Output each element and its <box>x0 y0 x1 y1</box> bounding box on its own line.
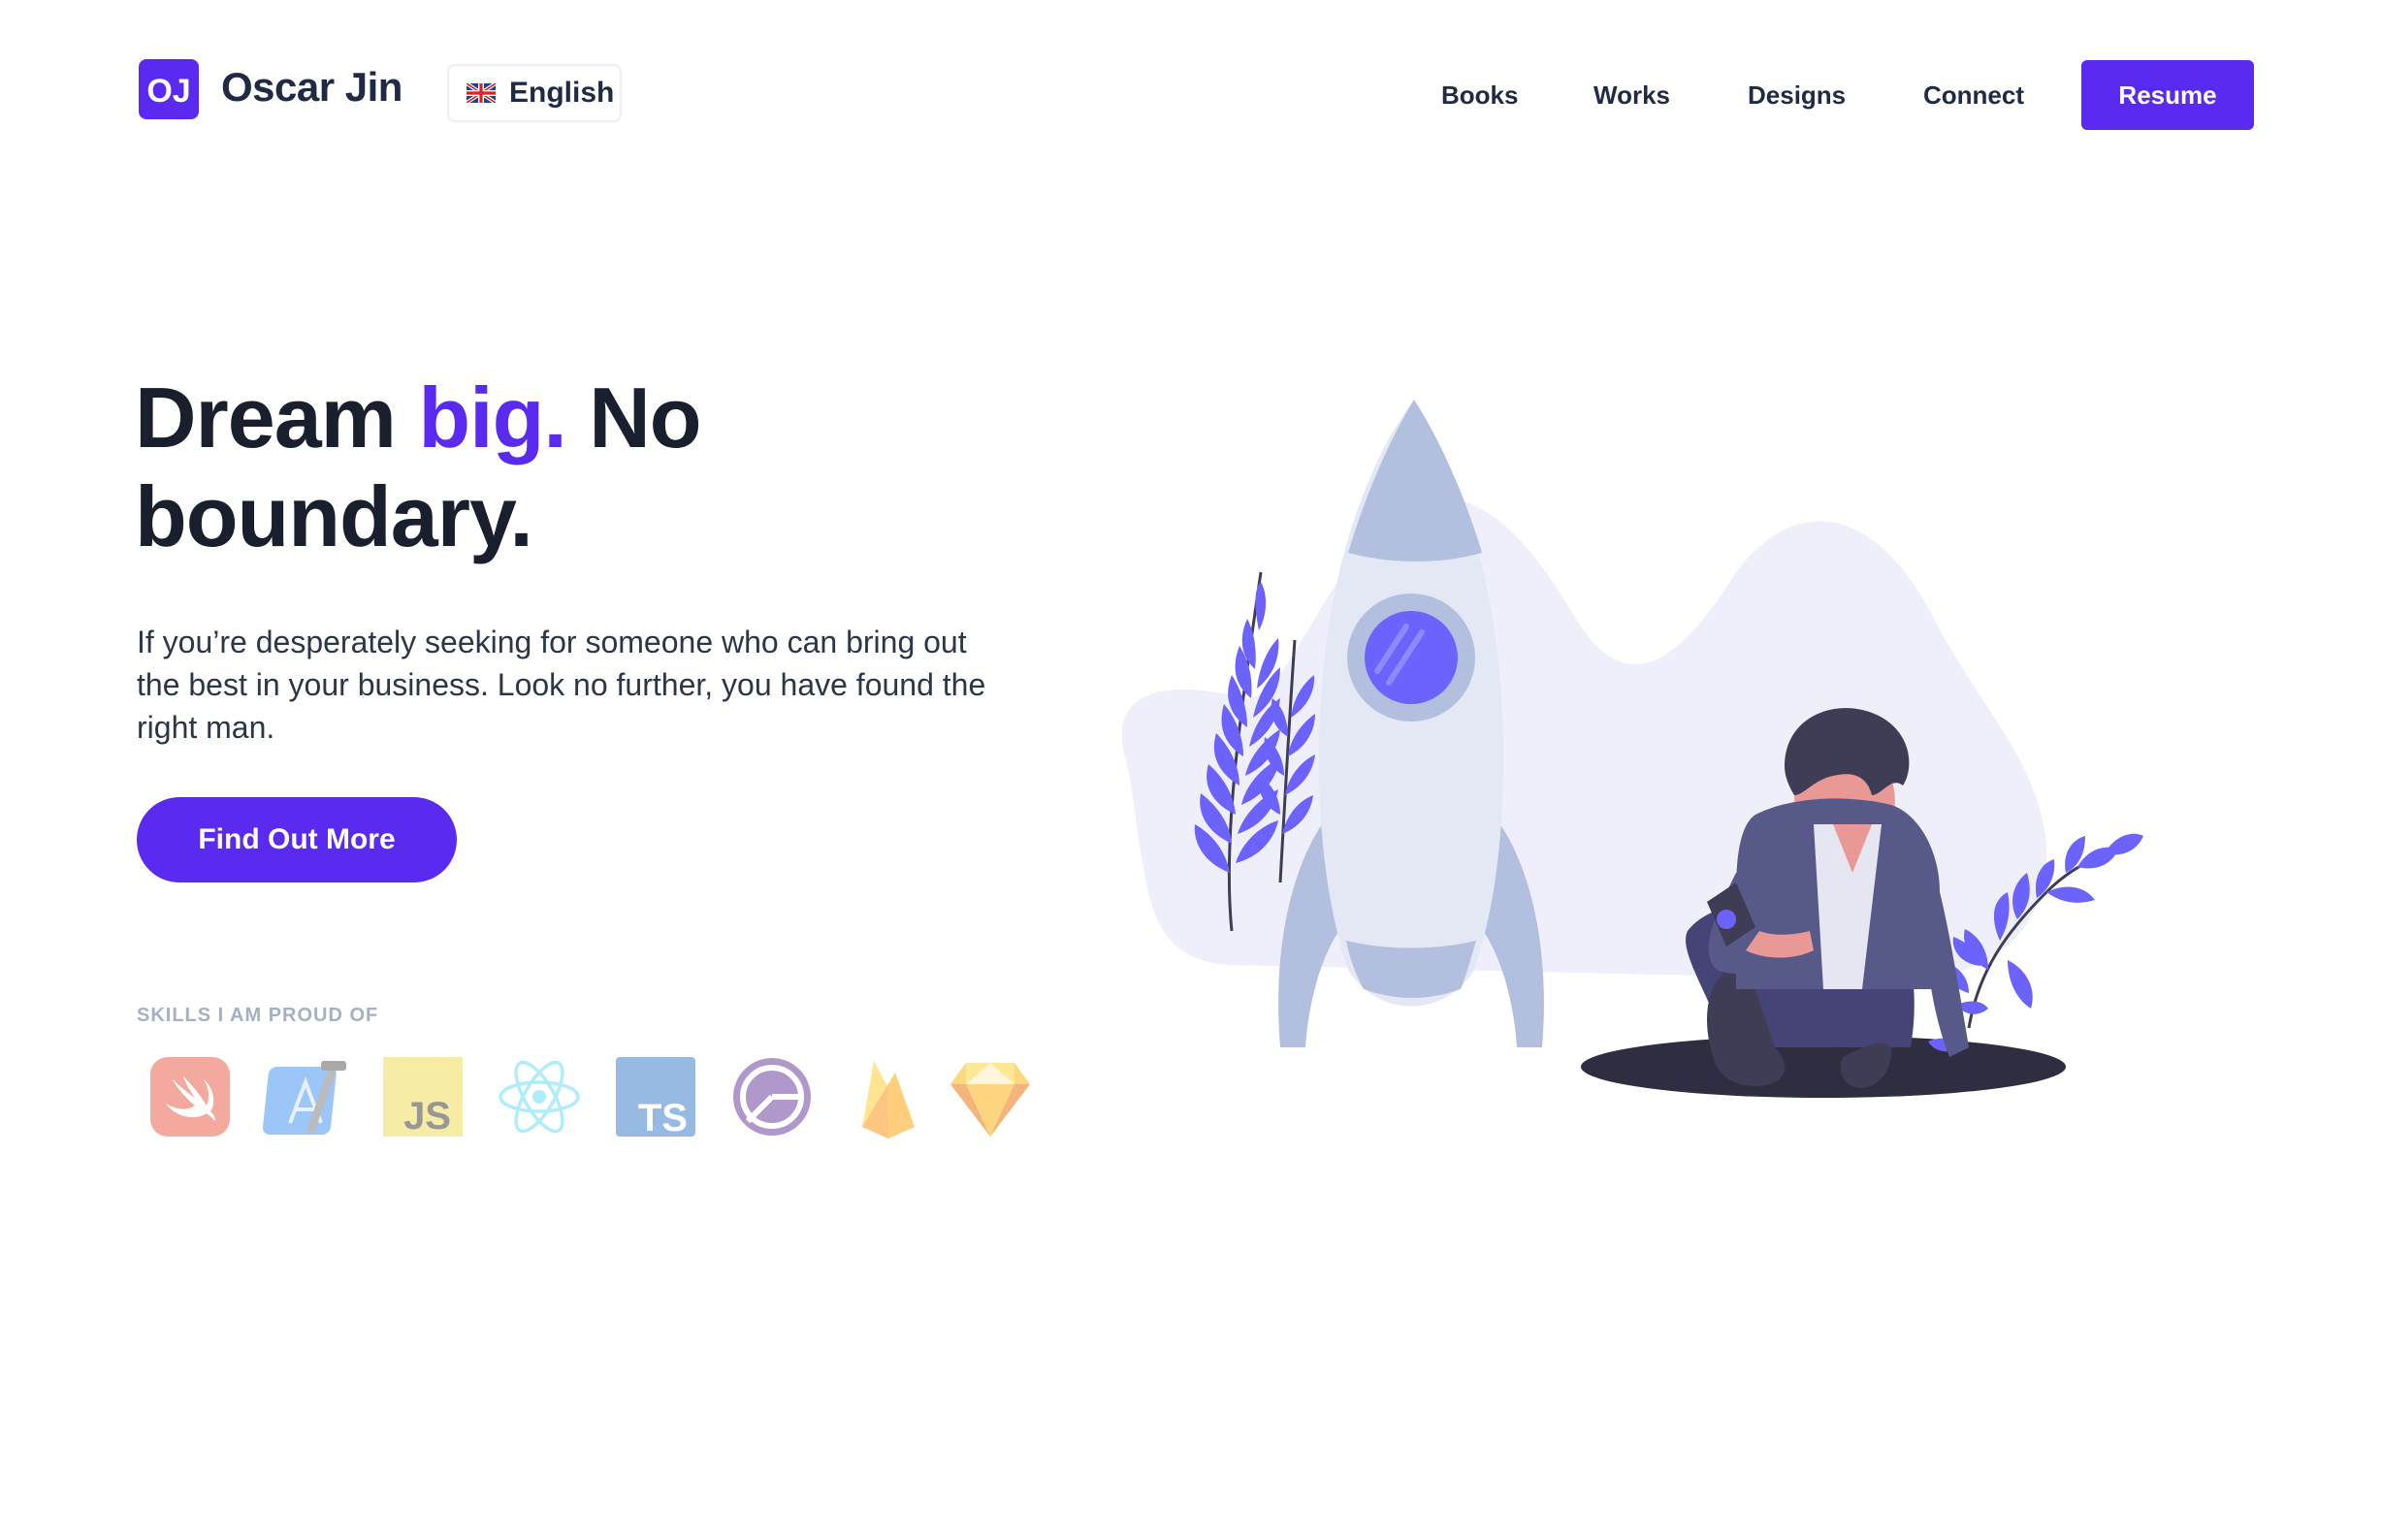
headline-accent: big. <box>418 369 566 465</box>
nav-connect[interactable]: Connect <box>1923 76 2024 114</box>
skills-label: SKILLS I AM PROUD OF <box>137 1005 379 1026</box>
resume-button[interactable]: Resume <box>2081 60 2254 130</box>
nav-works[interactable]: Works <box>1593 76 1670 114</box>
svg-text:TS: TS <box>638 1097 688 1139</box>
firebase-icon <box>862 1061 915 1139</box>
xcode-icon <box>263 1061 346 1135</box>
rocket-illustration <box>1121 400 2143 1098</box>
swift-icon <box>150 1057 230 1137</box>
site-header: OJ Oscar Jin English Books Works Designs… <box>0 0 2382 194</box>
sketch-icon <box>950 1063 1030 1137</box>
svg-text:JS: JS <box>403 1095 451 1138</box>
language-label: English <box>509 77 615 109</box>
brand-name[interactable]: Oscar Jin <box>221 60 402 114</box>
language-switcher[interactable]: English <box>447 64 622 122</box>
javascript-icon: JS <box>383 1057 463 1138</box>
hero-headline: Dream big. No boundary. <box>135 369 1008 566</box>
gatsby-icon <box>733 1058 811 1136</box>
react-icon <box>499 1060 580 1134</box>
nav-designs[interactable]: Designs <box>1748 76 1846 114</box>
uk-flag-icon <box>467 83 496 103</box>
logo-initials: OJ <box>146 73 190 110</box>
skills-list: JS TS <box>137 1053 1030 1140</box>
hero-intro: If you’re desperately seeking for someon… <box>137 625 986 745</box>
find-out-more-button[interactable]: Find Out More <box>137 797 457 882</box>
typescript-icon: TS <box>616 1057 695 1139</box>
nav-books[interactable]: Books <box>1441 76 1518 114</box>
logo-icon[interactable]: OJ <box>139 59 199 119</box>
headline-part-1: Dream <box>135 369 419 465</box>
